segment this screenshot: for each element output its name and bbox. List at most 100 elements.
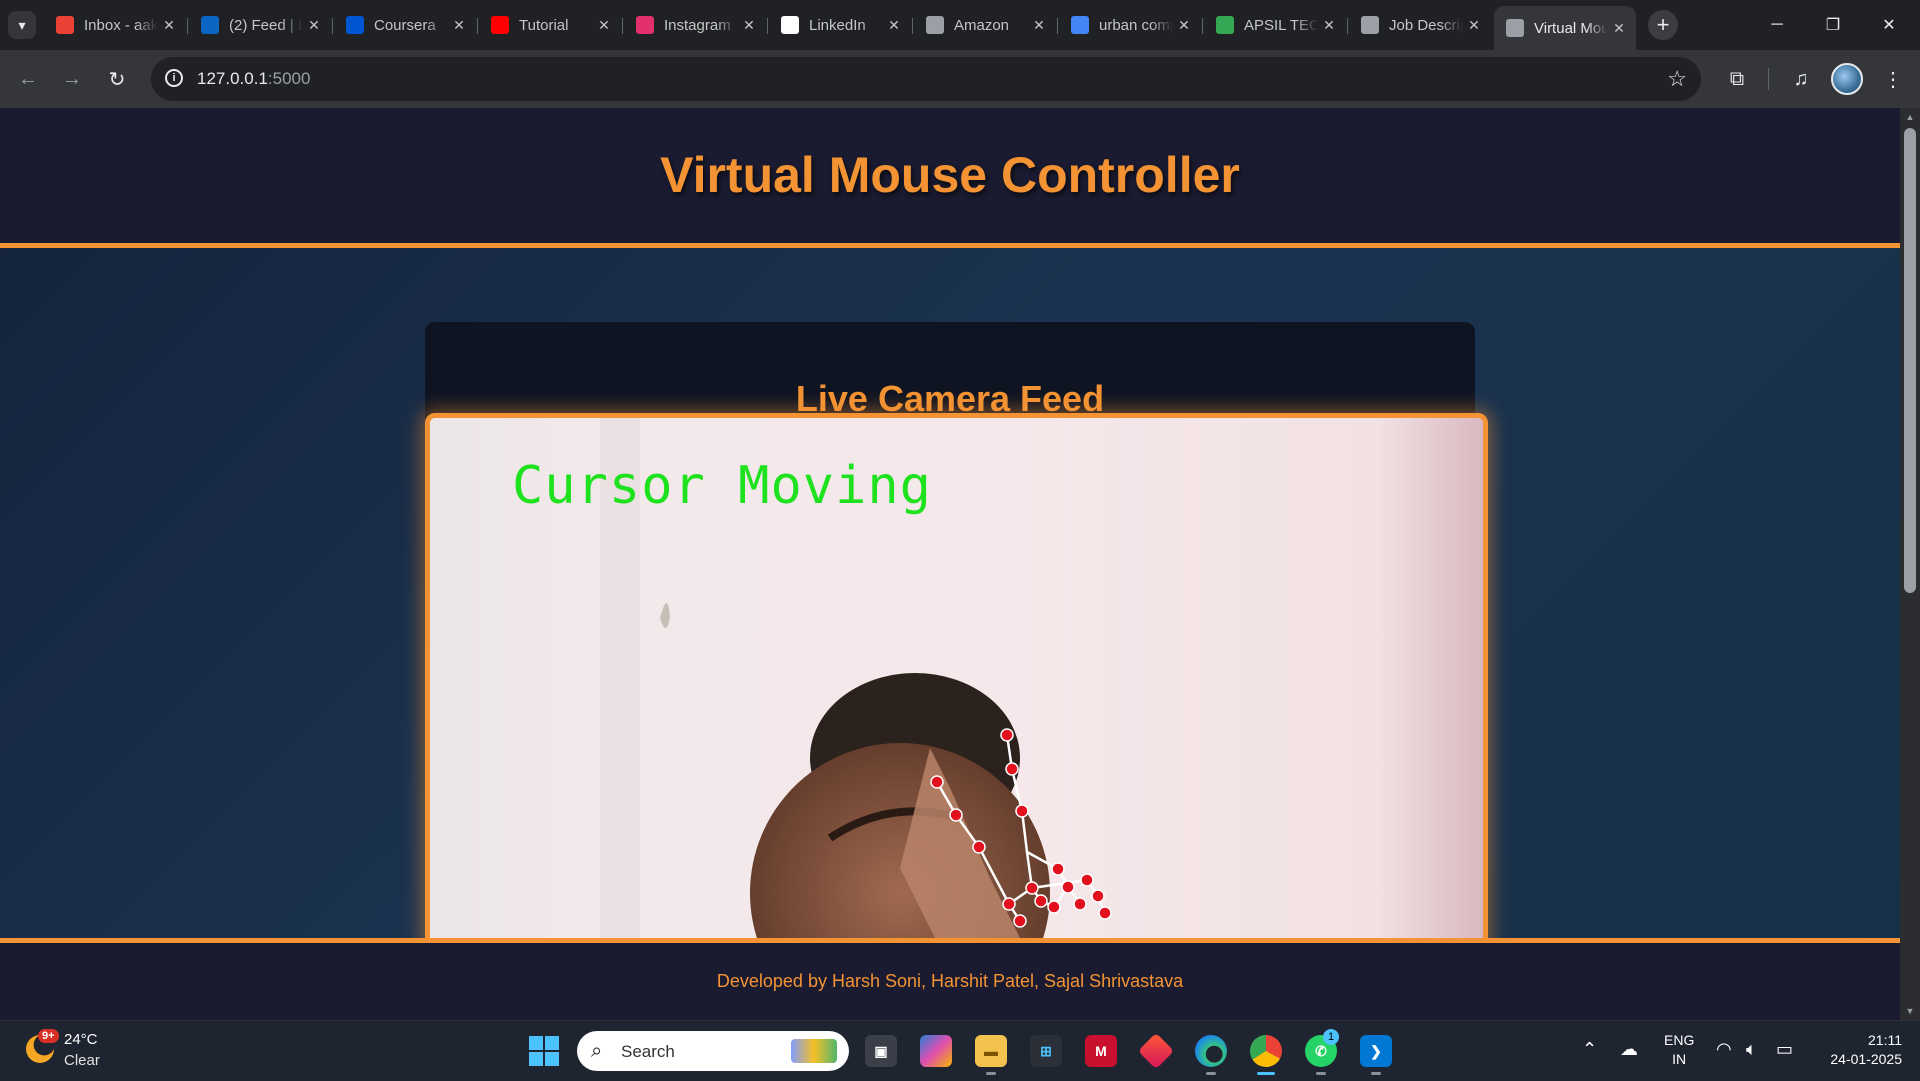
whatsapp-running-indicator xyxy=(1316,1072,1326,1075)
weather-description[interactable]: Clear xyxy=(64,1052,100,1069)
input-language[interactable]: ENG IN xyxy=(1664,1031,1694,1069)
minimize-icon[interactable]: ─ xyxy=(1754,10,1800,40)
search-highlight-icon xyxy=(791,1039,837,1063)
tab-search-dropdown-icon[interactable]: ▾ xyxy=(8,11,36,39)
wifi-icon[interactable]: ◠ xyxy=(1716,1039,1732,1060)
edge-running-indicator xyxy=(1206,1072,1216,1075)
page-scrollbar[interactable]: ▲ ▼ xyxy=(1900,108,1920,1020)
close-tab-icon[interactable]: ✕ xyxy=(1463,17,1485,34)
close-tab-icon[interactable]: ✕ xyxy=(158,17,180,34)
scroll-up-icon[interactable]: ▲ xyxy=(1905,112,1915,122)
close-window-icon[interactable]: ✕ xyxy=(1866,10,1912,40)
close-tab-icon[interactable]: ✕ xyxy=(593,17,615,34)
tab-title: (2) Feed | LinkedIn xyxy=(229,16,303,34)
taskbar-search[interactable]: ⌕ Search xyxy=(577,1031,849,1071)
google-icon xyxy=(1071,16,1089,34)
browser-tab[interactable]: Inbox - aakashsoni✕ xyxy=(44,8,186,42)
browser-tab[interactable]: Tutorial ✕ xyxy=(479,8,621,42)
close-tab-icon[interactable]: ✕ xyxy=(303,17,325,34)
web-page: Virtual Mouse Controller Live Camera Fee… xyxy=(0,108,1900,1020)
openai-icon xyxy=(781,16,799,34)
close-tab-icon[interactable]: ✕ xyxy=(883,17,905,34)
tab-title: Tutorial xyxy=(519,16,569,34)
copilot-icon[interactable] xyxy=(920,1035,952,1067)
close-tab-icon[interactable]: ✕ xyxy=(448,17,470,34)
clock-date: 24-01-2025 xyxy=(1830,1051,1902,1067)
gesture-status-text: Cursor Moving xyxy=(512,456,932,516)
vscode-icon[interactable]: ❯ xyxy=(1360,1035,1392,1067)
tab-separator xyxy=(332,18,333,34)
site-footer: Developed by Harsh Soni, Harshit Patel, … xyxy=(0,938,1900,1020)
tab-title: Coursera xyxy=(374,16,436,34)
new-tab-button[interactable]: + xyxy=(1648,10,1678,40)
toolbar-divider xyxy=(1768,68,1769,90)
tab-separator xyxy=(912,18,913,34)
windows-start-icon[interactable] xyxy=(529,1036,559,1066)
browser-tab[interactable]: Job Description✕ xyxy=(1349,8,1491,42)
browser-tab-strip: ▾ Inbox - aakashsoni✕(2) Feed | LinkedIn… xyxy=(0,0,1920,50)
browser-tab[interactable]: LinkedIn ✕ xyxy=(769,8,911,42)
site-info-icon[interactable]: i xyxy=(165,69,183,87)
tab-title: urban company xyxy=(1099,16,1173,34)
edge-icon[interactable] xyxy=(1195,1035,1227,1067)
browser-tab[interactable]: Virtual Mouse Controller✕ xyxy=(1494,6,1636,50)
browser-tab[interactable]: urban company✕ xyxy=(1059,8,1201,42)
tray-overflow-chevron-icon[interactable]: ⌃ xyxy=(1582,1039,1597,1060)
system-clock[interactable]: 21:11 24-01-2025 xyxy=(1810,1031,1902,1069)
tab-title: Virtual Mouse Controller xyxy=(1534,19,1608,37)
linkedin-icon xyxy=(201,16,219,34)
extensions-puzzle-icon[interactable]: ⧉ xyxy=(1722,64,1752,94)
browser-menu-icon[interactable]: ⋮ xyxy=(1878,64,1908,94)
tab-separator xyxy=(187,18,188,34)
browser-tab[interactable]: (2) Feed | LinkedIn✕ xyxy=(189,8,331,42)
bookmark-star-icon[interactable]: ☆ xyxy=(1667,66,1687,92)
media-control-icon[interactable]: ♫ xyxy=(1786,64,1816,94)
close-tab-icon[interactable]: ✕ xyxy=(1608,20,1630,37)
browser-tab[interactable]: APSIL TECH✕ xyxy=(1204,8,1346,42)
coursera-icon xyxy=(346,16,364,34)
browser-tab[interactable]: Amazon ✕ xyxy=(914,8,1056,42)
tab-separator xyxy=(767,18,768,34)
tab-title: Inbox - aakashsoni xyxy=(84,16,158,34)
search-icon: ⌕ xyxy=(591,1040,603,1062)
scrollbar-thumb[interactable] xyxy=(1904,128,1916,593)
tab-separator xyxy=(622,18,623,34)
restore-icon[interactable]: ❐ xyxy=(1810,10,1856,40)
volume-icon[interactable]: 🔈︎ xyxy=(1746,1039,1757,1060)
globe-icon xyxy=(1361,16,1379,34)
camera-feed: Cursor Moving xyxy=(425,413,1488,1020)
microsoft-store-icon[interactable]: ⊞ xyxy=(1030,1035,1062,1067)
browser-tab[interactable]: Coursera ✕ xyxy=(334,8,476,42)
search-label: Search xyxy=(621,1042,675,1061)
whatsapp-badge: 1 xyxy=(1323,1029,1339,1045)
url-text[interactable]: 127.0.0.1:5000 xyxy=(197,69,310,89)
browser-tab[interactable]: Instagram ✕ xyxy=(624,8,766,42)
vscode-running-indicator xyxy=(1371,1072,1381,1075)
tab-title: APSIL TECH xyxy=(1244,16,1318,34)
scroll-down-icon[interactable]: ▼ xyxy=(1905,1006,1915,1016)
reload-icon[interactable]: ↻ xyxy=(101,63,133,95)
back-arrow-icon[interactable]: ← xyxy=(12,63,44,95)
file-explorer-icon[interactable]: ▬ xyxy=(975,1035,1007,1067)
chrome-icon[interactable] xyxy=(1250,1035,1282,1067)
close-tab-icon[interactable]: ✕ xyxy=(738,17,760,34)
chrome-active-indicator xyxy=(1257,1072,1275,1075)
close-tab-icon[interactable]: ✕ xyxy=(1028,17,1050,34)
close-tab-icon[interactable]: ✕ xyxy=(1318,17,1340,34)
task-view-icon[interactable]: ▣ xyxy=(865,1035,897,1067)
address-bar[interactable]: i 127.0.0.1:5000 ☆ xyxy=(151,57,1701,101)
instagram-icon xyxy=(636,16,654,34)
forward-arrow-icon[interactable]: → xyxy=(56,63,88,95)
tab-title: Instagram xyxy=(664,16,731,34)
onedrive-cloud-icon[interactable]: ☁ xyxy=(1620,1039,1638,1060)
profile-avatar[interactable] xyxy=(1831,63,1863,95)
url-port: :5000 xyxy=(267,69,311,88)
weather-badge: 9+ xyxy=(38,1029,59,1043)
close-tab-icon[interactable]: ✕ xyxy=(1173,17,1195,34)
tab-separator xyxy=(477,18,478,34)
battery-icon[interactable]: ▭ xyxy=(1776,1039,1793,1060)
gmail-icon xyxy=(56,16,74,34)
mcafee-icon[interactable]: M xyxy=(1085,1035,1117,1067)
weather-temperature[interactable]: 24°C xyxy=(64,1031,98,1048)
git-app-icon[interactable] xyxy=(1137,1032,1175,1070)
